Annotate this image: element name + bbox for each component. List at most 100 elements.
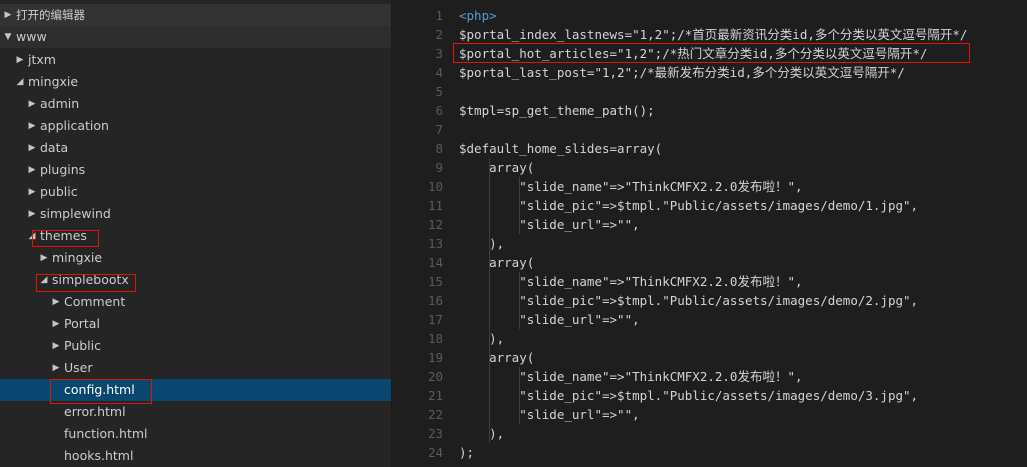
tree-item-label: Public (64, 338, 101, 353)
line-number: 18 (427, 331, 443, 346)
tree-folder-item[interactable]: ▶ data (0, 137, 391, 159)
tree-folder-item[interactable]: ▶ jtxm (0, 49, 391, 71)
tree-file-item[interactable]: error.html (0, 401, 391, 423)
code-line[interactable]: "slide_pic"=>$tmpl."Public/assets/images… (459, 291, 918, 310)
code-token: $portal_last_post="1,2";/*最新发布分类id,多个分类以… (459, 65, 905, 80)
chevron-right-icon: ▶ (4, 10, 12, 20)
indent-guide (489, 158, 490, 443)
line-number: 11 (427, 198, 443, 213)
code-line[interactable]: "slide_url"=>"", (459, 310, 640, 329)
line-number: 15 (427, 274, 443, 289)
tree-folder-item[interactable]: ▶ Public (0, 335, 391, 357)
code-token: "slide_name"=>"ThinkCMFX2.2.0发布啦！", (459, 179, 803, 194)
code-token: ), (459, 236, 505, 251)
code-token: $portal_hot_articles (459, 46, 610, 61)
code-line[interactable]: ), (459, 424, 504, 443)
workspace-root-label: www (16, 29, 47, 44)
code-line[interactable]: "slide_url"=>"", (459, 215, 639, 234)
code-editor[interactable]: 1 2 3 4 5 6 7 8 9 10 11 12 13 14 15 16 17 18 19 20 21 22 23 24 … (393, 0, 1027, 467)
chevron-down-icon: ◢ (28, 231, 36, 241)
chevron-right-icon: ▶ (28, 121, 36, 131)
code-token: array( (459, 160, 535, 175)
code-token: $default_home_slides=array( (459, 141, 663, 156)
tree-folder-item[interactable]: ◢ themes (0, 225, 391, 247)
code-line[interactable]: $tmpl=sp_get_theme_path(); (459, 101, 655, 120)
tree-item-label: mingxie (28, 74, 79, 89)
code-line[interactable]: ), (459, 329, 504, 348)
tree-folder-item[interactable]: ▶ plugins (0, 159, 391, 181)
tree-item-label: mingxie (52, 250, 103, 265)
line-number: 16 (427, 293, 443, 308)
code-line[interactable]: "slide_pic"=>$tmpl."Public/assets/images… (459, 386, 918, 405)
chevron-right-icon: ▶ (28, 187, 36, 197)
code-line[interactable]: ); (459, 443, 474, 462)
line-number: 14 (427, 255, 443, 270)
chevron-right-icon: ▶ (28, 143, 36, 153)
open-editors-label: 打开的编辑器 (16, 8, 85, 22)
workspace-root[interactable]: ▼ www (0, 26, 391, 48)
tree-folder-item[interactable]: ▶ public (0, 181, 391, 203)
code-token: "slide_name"=>"ThinkCMFX2.2.0发布啦！", (459, 369, 803, 384)
tree-item-label: config.html (64, 382, 135, 397)
code-line[interactable]: <php> (459, 6, 497, 25)
tree-folder-item[interactable]: ▶ admin (0, 93, 391, 115)
chevron-right-icon: ▶ (52, 341, 60, 351)
code-line[interactable]: ), (459, 234, 504, 253)
tree-folder-item[interactable]: ▶ User (0, 357, 391, 379)
code-line[interactable]: "slide_name"=>"ThinkCMFX2.2.0发布啦！", (459, 272, 802, 291)
chevron-right-icon: ▶ (52, 297, 60, 307)
line-number: 24 (427, 445, 443, 460)
tree-item-label: Portal (64, 316, 100, 331)
code-token: ="1,2";/*热门文章分类id,多个分类以英文逗号隔开*/ (609, 46, 928, 61)
tree-item-label: simplewind (40, 206, 111, 221)
line-number: 8 (435, 141, 443, 156)
open-editors-section[interactable]: ▶ 打开的编辑器 (0, 4, 391, 26)
code-line[interactable]: $portal_last_post="1,2";/*最新发布分类id,多个分类以… (459, 63, 905, 82)
tree-folder-item[interactable]: ▶ mingxie (0, 247, 391, 269)
line-number: 2 (435, 27, 443, 42)
line-number: 4 (435, 65, 443, 80)
code-line[interactable]: array( (459, 253, 534, 272)
code-token: ), (459, 331, 505, 346)
code-line[interactable]: array( (459, 348, 534, 367)
tree-folder-item[interactable]: ▶ Comment (0, 291, 391, 313)
tree-file-item[interactable]: hooks.html (0, 445, 391, 467)
code-token: $portal_index_lastnews="1,2";/*首页最新资讯分类i… (459, 27, 968, 42)
line-number: 12 (427, 217, 443, 232)
line-number: 7 (435, 122, 443, 137)
explorer-sidebar: ▶ 打开的编辑器 ▼ www ▶ jtxm ◢ mingxie ▶ admin ▶ appli… (0, 0, 391, 467)
code-line[interactable]: $default_home_slides=array( (459, 139, 662, 158)
code-line[interactable]: $portal_index_lastnews="1,2";/*首页最新资讯分类i… (459, 25, 967, 44)
tree-file-item[interactable]: config.html (0, 379, 391, 401)
code-line[interactable]: "slide_pic"=>$tmpl."Public/assets/images… (459, 196, 918, 215)
code-line[interactable]: "slide_name"=>"ThinkCMFX2.2.0发布啦！", (459, 367, 803, 386)
tree-item-label: User (64, 360, 93, 375)
tree-item-label: data (40, 140, 69, 155)
line-number: 10 (427, 179, 443, 194)
tree-item-label: function.html (64, 426, 148, 441)
chevron-down-icon: ◢ (40, 275, 48, 285)
tree-item-label: jtxm (28, 52, 56, 67)
code-line[interactable]: "slide_name"=>"ThinkCMFX2.2.0发布啦！", (459, 177, 803, 196)
code-line[interactable]: array( (459, 158, 534, 177)
chevron-right-icon: ▶ (28, 99, 36, 109)
code-token: array( (459, 350, 535, 365)
line-number: 23 (427, 426, 443, 441)
tree-folder-item[interactable]: ▶ Portal (0, 313, 391, 335)
tree-folder-item[interactable]: ◢ mingxie (0, 71, 391, 93)
tree-item-label: hooks.html (64, 448, 134, 463)
code-token: "slide_url"=>"", (459, 312, 640, 327)
code-line[interactable]: $portal_hot_articles="1,2";/*热门文章分类id,多个… (459, 44, 927, 63)
tree-folder-item[interactable]: ▶ simplewind (0, 203, 391, 225)
indent-guide (519, 272, 520, 329)
line-number: 3 (435, 46, 443, 61)
line-number: 13 (427, 236, 443, 251)
tree-folder-item[interactable]: ◢ simplebootx (0, 269, 391, 291)
chevron-down-icon: ◢ (16, 77, 24, 87)
tree-folder-item[interactable]: ▶ application (0, 115, 391, 137)
tree-file-item[interactable]: function.html (0, 423, 391, 445)
line-number: 22 (427, 407, 443, 422)
tree-item-label: Comment (64, 294, 126, 309)
code-line[interactable]: "slide_url"=>"", (459, 405, 639, 424)
line-number: 20 (427, 369, 443, 384)
